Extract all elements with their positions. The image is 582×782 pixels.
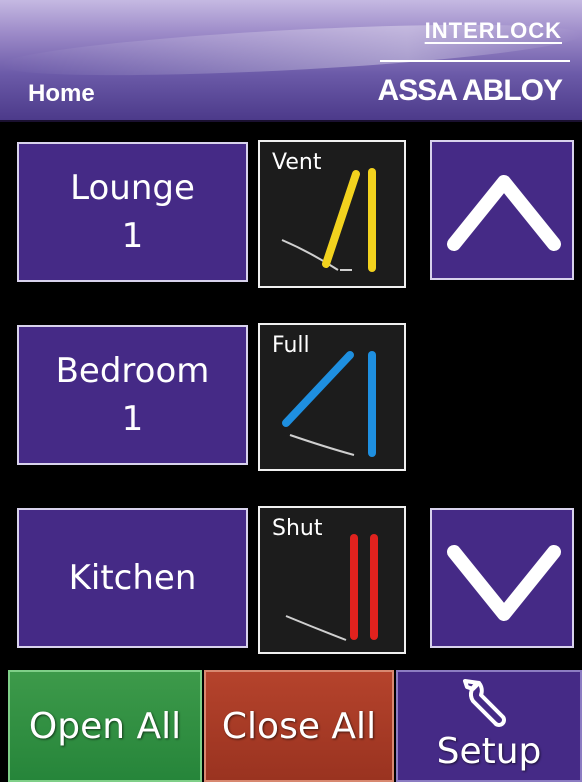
window-vent-icon <box>281 168 376 272</box>
room-number: 1 <box>121 399 144 439</box>
brand-divider <box>380 60 570 62</box>
header-bar: Home INTERLOCK ASSA ABLOY <box>0 0 582 122</box>
scroll-down-button[interactable] <box>430 508 574 648</box>
window-shut-icon <box>285 534 378 641</box>
wrench-icon <box>463 679 506 727</box>
setup-button[interactable]: Setup <box>396 670 582 782</box>
room-button-kitchen[interactable]: Kitchen <box>17 508 248 648</box>
room-button-bedroom[interactable]: Bedroom 1 <box>17 325 248 465</box>
setup-label: Setup <box>436 731 542 772</box>
room-name: Bedroom <box>55 351 210 391</box>
room-button-lounge[interactable]: Lounge 1 <box>17 142 248 282</box>
open-all-button[interactable]: Open All <box>8 670 202 782</box>
room-name: Kitchen <box>68 558 197 598</box>
open-all-label: Open All <box>28 705 182 747</box>
window-status-tile-kitchen[interactable]: Shut <box>258 506 406 654</box>
page-title: Home <box>28 80 95 107</box>
window-status-tile-lounge[interactable]: Vent <box>258 140 406 288</box>
brand-logo-interlock: INTERLOCK <box>424 18 562 43</box>
chevron-up-icon <box>447 175 561 251</box>
room-number: 1 <box>121 216 144 256</box>
scroll-up-button[interactable] <box>430 140 574 280</box>
close-all-button[interactable]: Close All <box>204 670 394 782</box>
room-name: Lounge <box>70 168 195 208</box>
close-all-label: Close All <box>221 705 377 747</box>
chevron-down-icon <box>447 545 561 621</box>
window-full-icon <box>282 351 376 457</box>
window-status-tile-bedroom[interactable]: Full <box>258 323 406 471</box>
brand-logo-assa-abloy: ASSA ABLOY <box>377 74 563 107</box>
